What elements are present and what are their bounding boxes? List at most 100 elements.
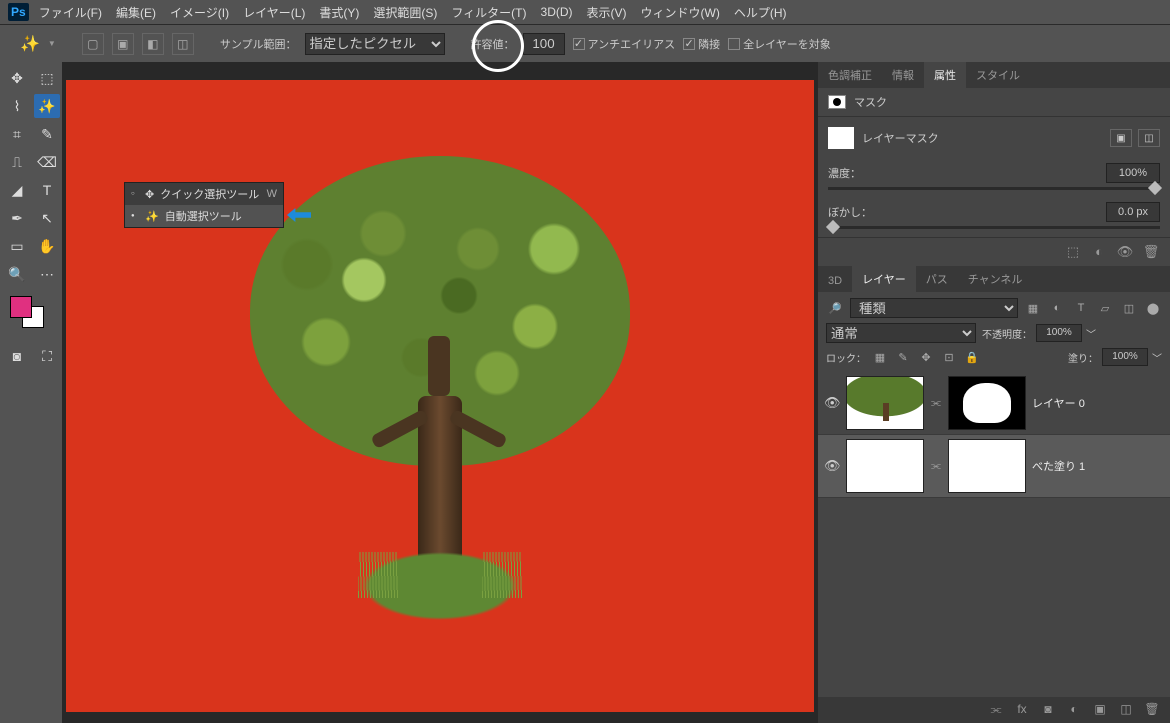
trash-icon[interactable]: 🗑 <box>1144 702 1160 718</box>
filter-type-icon[interactable]: T <box>1072 299 1090 317</box>
menu-view[interactable]: 表示(V) <box>587 4 627 21</box>
toggle-mask-icon[interactable]: 👁 <box>1116 244 1134 260</box>
pen-tool[interactable]: ✒ <box>4 206 30 230</box>
filter-adjust-icon[interactable]: ◐ <box>1048 299 1066 317</box>
menu-select[interactable]: 選択範囲(S) <box>373 4 437 21</box>
menu-help[interactable]: ヘルプ(H) <box>734 4 787 21</box>
density-value[interactable]: 100% <box>1106 163 1160 183</box>
foreground-swatch[interactable] <box>10 296 32 318</box>
layer-thumb[interactable] <box>846 376 924 430</box>
filter-toggle-icon[interactable]: ⬤ <box>1144 299 1162 317</box>
filter-shape-icon[interactable]: ▱ <box>1096 299 1114 317</box>
layer-thumb[interactable] <box>846 439 924 493</box>
mask-thumb[interactable] <box>948 439 1026 493</box>
lock-pos-icon[interactable]: ✥ <box>917 348 935 366</box>
layer-row[interactable]: 👁 ⫘ レイヤー 0 <box>818 372 1170 435</box>
tab-adjustments[interactable]: 色調補正 <box>818 62 882 88</box>
brush-tool[interactable]: ✎ <box>34 122 60 146</box>
path-tool[interactable]: ↖ <box>34 206 60 230</box>
layermask-thumb[interactable] <box>828 127 854 149</box>
mask-thumb[interactable] <box>948 376 1026 430</box>
add-selection-icon[interactable]: ▣ <box>112 33 134 55</box>
tab-layers[interactable]: レイヤー <box>852 266 916 292</box>
gradient-tool[interactable]: ◢ <box>4 178 30 202</box>
pixel-mask-button[interactable]: ▣ <box>1110 129 1132 147</box>
menu-3d[interactable]: 3D(D) <box>541 5 573 19</box>
tab-3d[interactable]: 3D <box>818 270 852 292</box>
tab-styles[interactable]: スタイル <box>966 62 1030 88</box>
menu-filter[interactable]: フィルター(T) <box>451 4 526 21</box>
feather-slider[interactable] <box>828 226 1160 229</box>
vector-mask-button[interactable]: ◫ <box>1138 129 1160 147</box>
visibility-toggle[interactable]: 👁 <box>824 458 840 474</box>
fill-value[interactable]: 100% <box>1102 348 1148 366</box>
delete-mask-icon[interactable]: 🗑 <box>1142 244 1160 260</box>
new-selection-icon[interactable]: ▢ <box>82 33 104 55</box>
menu-window[interactable]: ウィンドウ(W) <box>641 4 720 21</box>
lock-artb-icon[interactable]: ⊡ <box>940 348 958 366</box>
blend-mode-select[interactable]: 通常 <box>826 323 976 343</box>
type-tool[interactable]: T <box>34 178 60 202</box>
link-icon[interactable]: ⫘ <box>930 397 942 410</box>
sub-selection-icon[interactable]: ◧ <box>142 33 164 55</box>
visibility-toggle[interactable]: 👁 <box>824 395 840 411</box>
menu-layer[interactable]: レイヤー(L) <box>243 4 305 21</box>
contiguous-checkbox[interactable]: 隣接 <box>683 36 720 52</box>
layer-row[interactable]: 👁 ⫘ べた塗り 1 <box>818 435 1170 498</box>
intersect-selection-icon[interactable]: ◫ <box>172 33 194 55</box>
select-mask-icon[interactable]: ⬚ <box>1064 244 1082 260</box>
density-slider[interactable] <box>828 187 1160 190</box>
marquee-tool[interactable]: ⬚ <box>34 66 60 90</box>
sample-select[interactable]: 指定したピクセル <box>305 33 445 55</box>
magic-wand-tool[interactable]: ✨ <box>34 94 60 118</box>
group-icon[interactable]: ▣ <box>1092 702 1108 718</box>
hand-tool[interactable]: ✋ <box>34 234 60 258</box>
layer-name[interactable]: べた塗り 1 <box>1032 458 1085 474</box>
layer-filter-select[interactable]: 種類 <box>850 298 1018 318</box>
eraser-tool[interactable]: ⌫ <box>34 150 60 174</box>
adjustment-icon[interactable]: ◐ <box>1066 702 1082 718</box>
lock-trans-icon[interactable]: ▦ <box>871 348 889 366</box>
shape-tool[interactable]: ▭ <box>4 234 30 258</box>
lock-paint-icon[interactable]: ✎ <box>894 348 912 366</box>
tab-properties[interactable]: 属性 <box>924 62 966 88</box>
right-panels: 色調補正 情報 属性 スタイル マスク レイヤーマスク ▣ ◫ 濃度： 100%… <box>818 62 1170 723</box>
filter-smart-icon[interactable]: ◫ <box>1120 299 1138 317</box>
sample-label: サンプル範囲： <box>220 36 297 52</box>
link-icon[interactable]: ⫘ <box>930 460 942 473</box>
menu-edit[interactable]: 編集(E) <box>116 4 156 21</box>
antialias-checkbox[interactable]: アンチエイリアス <box>573 36 676 52</box>
opacity-value[interactable]: 100% <box>1036 324 1082 342</box>
screenmode-tool[interactable]: ⛶ <box>34 344 60 368</box>
invert-mask-icon[interactable]: ◐ <box>1090 244 1108 260</box>
canvas[interactable] <box>66 80 814 712</box>
flyout-magic-wand[interactable]: ●✨自動選択ツール <box>125 205 283 227</box>
move-tool[interactable]: ✥ <box>4 66 30 90</box>
new-layer-icon[interactable]: ◫ <box>1118 702 1134 718</box>
all-layers-checkbox[interactable]: 全レイヤーを対象 <box>728 36 831 52</box>
tab-paths[interactable]: パス <box>916 266 958 292</box>
zoom-tool[interactable]: 🔍 <box>4 262 30 286</box>
tab-channels[interactable]: チャンネル <box>958 266 1033 292</box>
chevron-down-icon[interactable]: ▼ <box>48 39 56 48</box>
crop-tool[interactable]: ⌗ <box>4 122 30 146</box>
color-swatches[interactable] <box>4 296 60 336</box>
lasso-tool[interactable]: ⌇ <box>4 94 30 118</box>
lock-all-icon[interactable]: 🔒 <box>963 348 981 366</box>
add-mask-icon[interactable]: ◙ <box>1040 702 1056 718</box>
menubar: Ps ファイル(F) 編集(E) イメージ(I) レイヤー(L) 書式(Y) 選… <box>0 0 1170 24</box>
stamp-tool[interactable]: ⎍ <box>4 150 30 174</box>
flyout-quick-select[interactable]: ○✥クイック選択ツールW <box>125 183 283 205</box>
tab-info[interactable]: 情報 <box>882 62 924 88</box>
menu-image[interactable]: イメージ(I) <box>170 4 229 21</box>
quickmask-tool[interactable]: ◙ <box>4 344 30 368</box>
filter-image-icon[interactable]: ▦ <box>1024 299 1042 317</box>
extra-tool[interactable]: ⋯ <box>34 262 60 286</box>
feather-value[interactable]: 0.0 px <box>1106 202 1160 222</box>
fx-icon[interactable]: fx <box>1014 702 1030 718</box>
link-layers-icon[interactable]: ⫘ <box>988 702 1004 718</box>
menu-file[interactable]: ファイル(F) <box>39 4 102 21</box>
tolerance-input[interactable] <box>523 33 565 55</box>
menu-type[interactable]: 書式(Y) <box>319 4 359 21</box>
layer-name[interactable]: レイヤー 0 <box>1032 395 1085 411</box>
